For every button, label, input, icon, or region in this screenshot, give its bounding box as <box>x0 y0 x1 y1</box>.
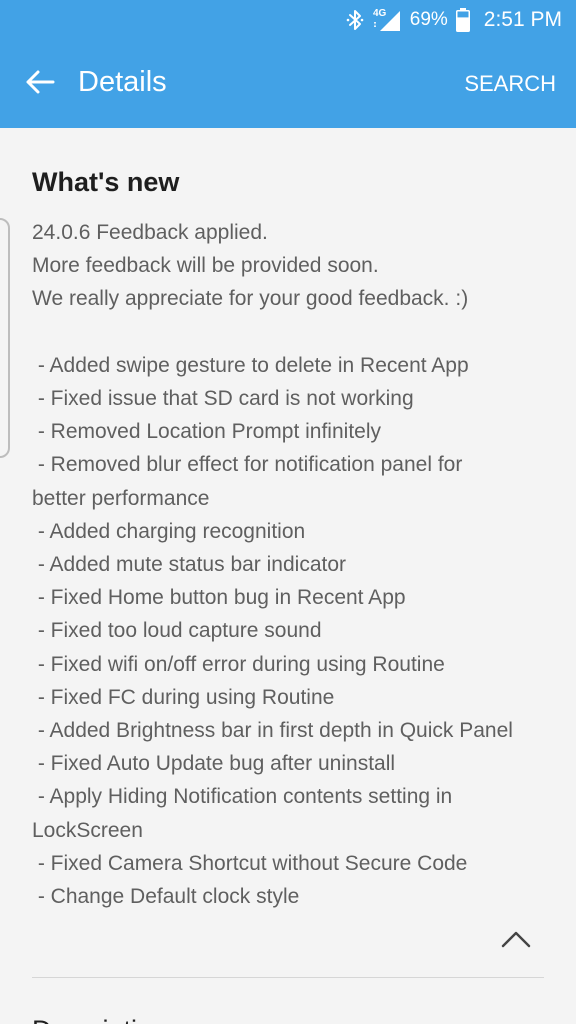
status-bar: 4G 69% 2:51 PM <box>0 0 576 40</box>
back-button[interactable] <box>18 62 62 106</box>
description-heading: Description <box>32 1012 167 1024</box>
page-title: Details <box>78 66 167 98</box>
whats-new-line: - Added mute status bar indicator <box>32 553 347 577</box>
whats-new-line: - Fixed issue that SD card is not workin… <box>32 387 414 410</box>
network-type-label: 4G <box>373 8 387 19</box>
app-bar: 4G 69% 2:51 PM Details SEARCH <box>0 0 576 128</box>
whats-new-line: - Added swipe gesture to delete in Recen… <box>32 353 469 377</box>
search-button[interactable]: SEARCH <box>464 70 556 98</box>
edge-panel-handle[interactable] <box>0 218 10 458</box>
whats-new-line: - Fixed Auto Update bug after uninstall <box>32 752 396 776</box>
whats-new-line: - Apply Hiding Notification contents set… <box>32 785 453 809</box>
whats-new-line: LockScreen <box>32 818 143 842</box>
whats-new-line: - Fixed wifi on/off error during using R… <box>32 652 445 676</box>
whats-new-line: We really appreciate for your good feedb… <box>32 287 469 311</box>
back-arrow-icon <box>25 69 55 100</box>
whats-new-line: - Fixed Camera Shortcut without Secure C… <box>32 851 468 875</box>
whats-new-line <box>32 316 547 349</box>
whats-new-line: - Fixed too loud capture sound <box>32 619 322 643</box>
status-time: 2:51 PM <box>483 8 562 31</box>
chevron-up-icon <box>500 929 532 954</box>
status-icons: 4G 69% 2:51 PM <box>346 6 562 34</box>
whats-new-line: - Fixed Home button bug in Recent App <box>32 586 406 610</box>
whats-new-line: better performance <box>32 486 210 510</box>
whats-new-line: 24.0.6 Feedback applied. <box>32 221 268 244</box>
bluetooth-icon <box>346 8 364 32</box>
battery-percent: 69% <box>409 9 448 30</box>
whats-new-body: 24.0.6 Feedback applied. More feedback wi… <box>32 216 547 913</box>
battery-icon <box>455 8 470 32</box>
whats-new-line: - Removed Location Prompt infinitely <box>32 420 381 444</box>
collapse-button[interactable] <box>498 926 534 956</box>
whats-new-line: - Added Brightness bar in first depth in… <box>32 719 513 743</box>
whats-new-line: - Change Default clock style <box>32 885 300 909</box>
whats-new-line: More feedback will be provided soon. <box>32 254 379 278</box>
details-screen: 4G 69% 2:51 PM Details SEARCH What's new… <box>0 0 576 1024</box>
whats-new-line: - Fixed FC during using Routine <box>32 685 335 709</box>
whats-new-line: - Removed blur effect for notification p… <box>32 453 463 477</box>
whats-new-line: - Added charging recognition <box>32 519 306 543</box>
whats-new-section: What's new 24.0.6 Feedback applied. More … <box>32 160 547 913</box>
signal-4g-icon: 4G <box>372 7 402 33</box>
whats-new-heading: What's new <box>32 167 180 197</box>
section-divider <box>32 977 544 978</box>
